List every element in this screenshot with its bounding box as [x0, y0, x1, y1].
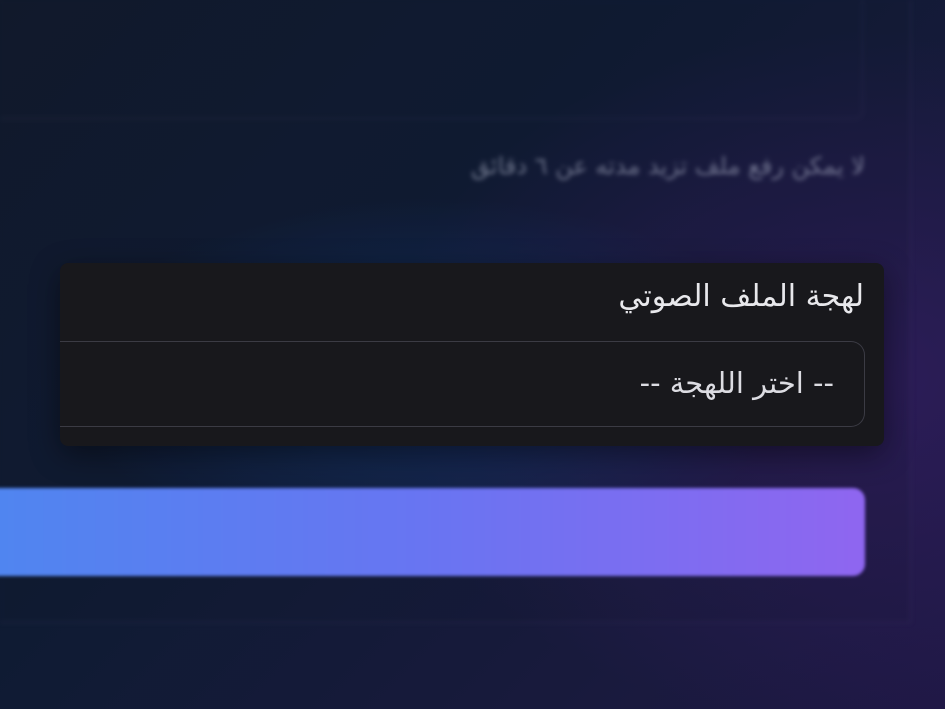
file-dropzone[interactable] [0, 0, 863, 119]
dialect-label: لهجة الملف الصوتي [618, 279, 864, 314]
submit-button[interactable] [0, 488, 865, 576]
dialect-select[interactable]: -- اختر اللهجة -- [60, 341, 865, 427]
dialect-field-card: لهجة الملف الصوتي -- اختر اللهجة -- [60, 263, 884, 446]
upload-limit-hint: لا يمكن رفع ملف تزيد مدته عن ٦ دقائق [470, 152, 865, 180]
dialect-select-value: -- اختر اللهجة -- [639, 366, 834, 400]
